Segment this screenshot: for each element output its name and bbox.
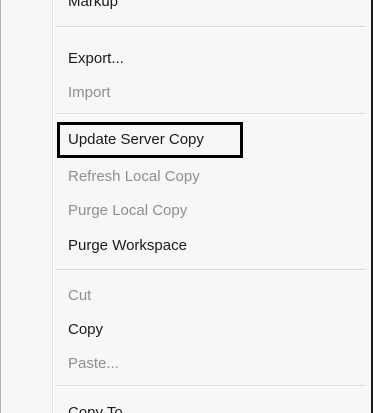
- menu-item-paste: Paste...: [68, 355, 119, 372]
- menu-item-copy[interactable]: Copy: [68, 319, 103, 341]
- menu-item-purge-local-copy: Purge Local Copy: [68, 202, 188, 219]
- icon-gutter-divider-highlight: [53, 0, 54, 413]
- menu-item-update-server-copy[interactable]: Update Server Copy: [68, 129, 204, 151]
- menu-item-copy-to[interactable]: Copy To: [68, 402, 123, 413]
- menu-item-import: Import: [68, 84, 111, 101]
- menu-separator: [56, 269, 366, 271]
- menu-item-purge-workspace[interactable]: Purge Workspace: [68, 235, 187, 257]
- context-menu: Markup Export... Import Update Server Co…: [0, 0, 372, 413]
- menu-separator: [56, 26, 366, 28]
- menu-item-cut: Cut: [68, 287, 92, 304]
- menu-item-refresh-local-copy: Refresh Local Copy: [68, 168, 200, 185]
- menu-item-export[interactable]: Export...: [68, 48, 124, 70]
- menu-separator: [56, 385, 366, 387]
- menu-separator: [56, 113, 366, 115]
- menu-item-markup[interactable]: Markup: [68, 0, 118, 13]
